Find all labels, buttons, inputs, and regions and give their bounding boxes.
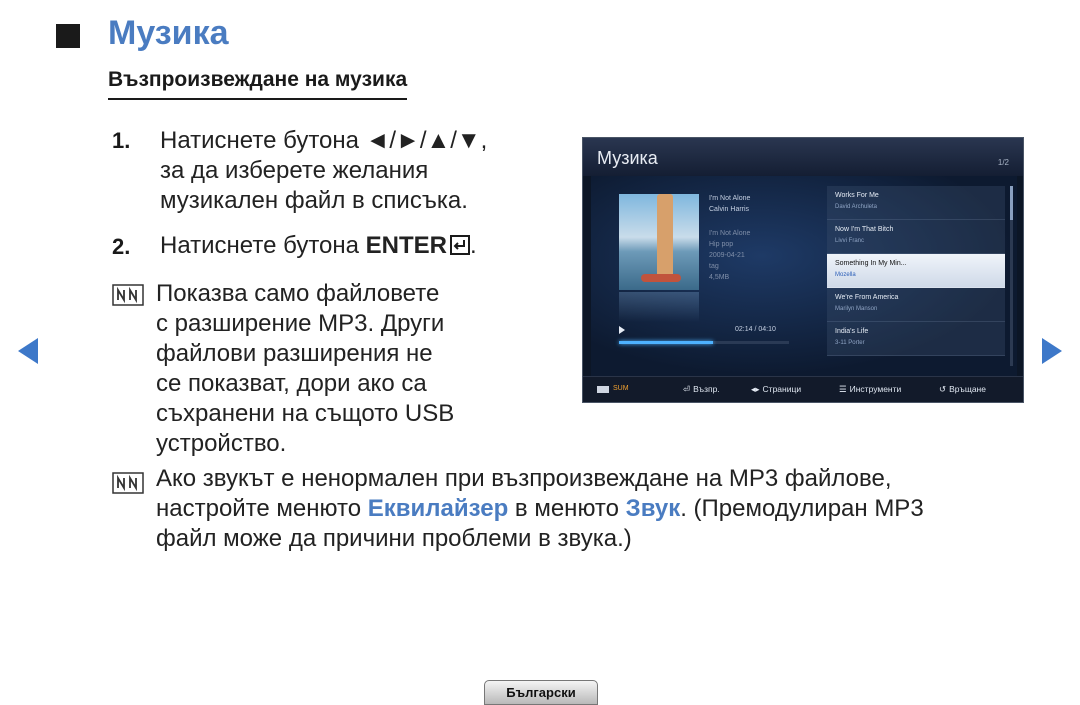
- enter-key-label: ENTER: [365, 232, 447, 259]
- footer-tools-button[interactable]: ☰ Инструменти: [839, 384, 901, 395]
- footer-return-label: Връщане: [949, 384, 986, 394]
- album-art-sandal: [641, 274, 681, 282]
- note-2-line-1: Ако звукът е ненормален при възпроизвежд…: [156, 465, 892, 492]
- tv-header: Музика 1/2: [583, 138, 1023, 176]
- step-2-period: .: [470, 232, 477, 259]
- note-1-line-2: с разширение MP3. Други: [156, 310, 445, 337]
- now-playing-album: I'm Not Alone: [709, 230, 751, 237]
- playlist-scrollbar[interactable]: [1010, 186, 1013, 366]
- now-playing-artist: Calvin Harris: [709, 206, 750, 213]
- note-2-fragment: в менюто: [508, 495, 626, 522]
- footer-pages-label: Страници: [762, 384, 802, 394]
- album-art-image: [619, 194, 699, 290]
- playlist-item-title: India's Life: [835, 328, 869, 335]
- playlist-item-artist: Marilyn Manson: [835, 306, 878, 312]
- playlist-item-title: Now I'm That Bitch: [835, 226, 894, 233]
- note-icon: [112, 284, 144, 306]
- now-playing-tag: tag: [709, 263, 719, 270]
- tv-player-area: I'm Not Alone Calvin Harris I'm Not Alon…: [591, 176, 1017, 376]
- note-1-text: Показва само файловете с разширение MP3.…: [156, 279, 454, 459]
- play-icon[interactable]: [619, 326, 625, 334]
- playback-progress-fill: [619, 341, 713, 344]
- previous-page-arrow-icon[interactable]: [18, 338, 38, 364]
- note-2-line-2: настройте менюто Еквилайзер в менюто Зву…: [156, 494, 1056, 524]
- sound-link[interactable]: Звук: [626, 495, 681, 522]
- sum-label: SUM: [613, 385, 629, 392]
- playlist-item-title: Something In My Min...: [835, 260, 907, 267]
- footer-play-label: Възпр.: [693, 384, 720, 394]
- section-heading: Възпроизвеждане на музика: [108, 68, 408, 100]
- note-1-line-3: файлови разширения не: [156, 340, 433, 367]
- language-tab[interactable]: Български: [484, 680, 598, 705]
- playlist-item-artist: David Archuleta: [835, 204, 878, 210]
- footer-tools-label: Инструменти: [849, 384, 902, 394]
- playlist-item[interactable]: Now I'm That Bitch Livvi Franc: [827, 220, 1005, 254]
- step-2-number: 2.: [112, 234, 131, 259]
- note-1-line-5: съхранени на същото USB: [156, 400, 455, 427]
- playlist-item[interactable]: We're From America Marilyn Manson: [827, 288, 1005, 322]
- footer-pages-button[interactable]: ◂▸ Страници: [751, 384, 801, 395]
- step-1-line-3: музикален файл в списъка.: [160, 187, 468, 214]
- note-2-fragment: . (Премодулиран MP3: [680, 495, 924, 522]
- equalizer-link[interactable]: Еквилайзер: [368, 495, 509, 522]
- footer-return-button[interactable]: ↺ Връщане: [939, 384, 986, 395]
- tv-music-screen: Музика 1/2 I'm Not Alone Calvin Harris I…: [582, 137, 1024, 403]
- playback-progress-bar[interactable]: [619, 341, 789, 344]
- playlist-item-artist: Mozella: [835, 272, 856, 278]
- enter-icon: ⏎: [683, 384, 691, 394]
- step-2-lead: Натиснете бутона: [160, 232, 366, 259]
- note-2-text: Ако звукът е ненормален при възпроизвежд…: [156, 464, 1056, 554]
- tv-footer: SUM ⏎ Възпр. ◂▸ Страници ☰ Инструменти ↺ Връ…: [583, 376, 1023, 402]
- tv-page-indicator: 1/2: [997, 158, 1009, 167]
- note-2-line-3: файл може да причини проблеми в звука.): [156, 525, 632, 552]
- step-2-text: Натиснете бутона ENTER.: [160, 231, 477, 261]
- next-page-arrow-icon[interactable]: [1042, 338, 1062, 364]
- tools-icon: ☰: [839, 384, 847, 394]
- scroll-thumb[interactable]: [1010, 186, 1013, 220]
- playlist-item[interactable]: India's Life 3-11 Porter: [827, 322, 1005, 356]
- album-art-reflection: [619, 292, 699, 322]
- tv-title: Музика: [597, 148, 658, 168]
- playlist-item-artist: Livvi Franc: [835, 238, 865, 244]
- playlist: Works For Me David Archuleta Now I'm Tha…: [827, 186, 1005, 356]
- page-title: Музика: [108, 14, 229, 52]
- playlist-item-title: Works For Me: [835, 192, 879, 199]
- note-1-line-4: се показват, дори ако са: [156, 370, 427, 397]
- left-right-arrows-icon: ◂▸: [751, 384, 760, 394]
- now-playing-date: 2009-04-21: [709, 252, 745, 259]
- step-1-line-1: Натиснете бутона ◄/►/▲/▼,: [160, 127, 488, 154]
- step-1-text: Натиснете бутона ◄/►/▲/▼, за да изберете…: [160, 126, 487, 216]
- playlist-item[interactable]: Works For Me David Archuleta: [827, 186, 1005, 220]
- note-1-line-6: устройство.: [156, 430, 287, 457]
- playlist-item-artist: 3-11 Porter: [835, 340, 865, 346]
- footer-play-button[interactable]: ⏎ Възпр.: [683, 384, 720, 395]
- title-square-marker: [56, 24, 80, 48]
- now-playing-size: 4,5MB: [709, 274, 730, 281]
- enter-icon: [450, 235, 470, 255]
- album-art-leg: [657, 194, 673, 280]
- return-icon: ↺: [939, 384, 947, 394]
- step-1-number: 1.: [112, 128, 131, 153]
- sum-device-icon: [597, 386, 609, 393]
- step-1-line-2: за да изберете желания: [160, 157, 429, 184]
- now-playing-genre: Hip pop: [709, 241, 734, 248]
- note-2-fragment: настройте менюто: [156, 495, 368, 522]
- playback-time: 02:14 / 04:10: [735, 326, 776, 333]
- playlist-item-selected[interactable]: Something In My Min... Mozella: [827, 254, 1005, 288]
- playlist-item-title: We're From America: [835, 294, 899, 301]
- note-icon: [112, 472, 144, 494]
- now-playing-song: I'm Not Alone: [709, 195, 751, 202]
- note-1-line-1: Показва само файловете: [156, 280, 440, 307]
